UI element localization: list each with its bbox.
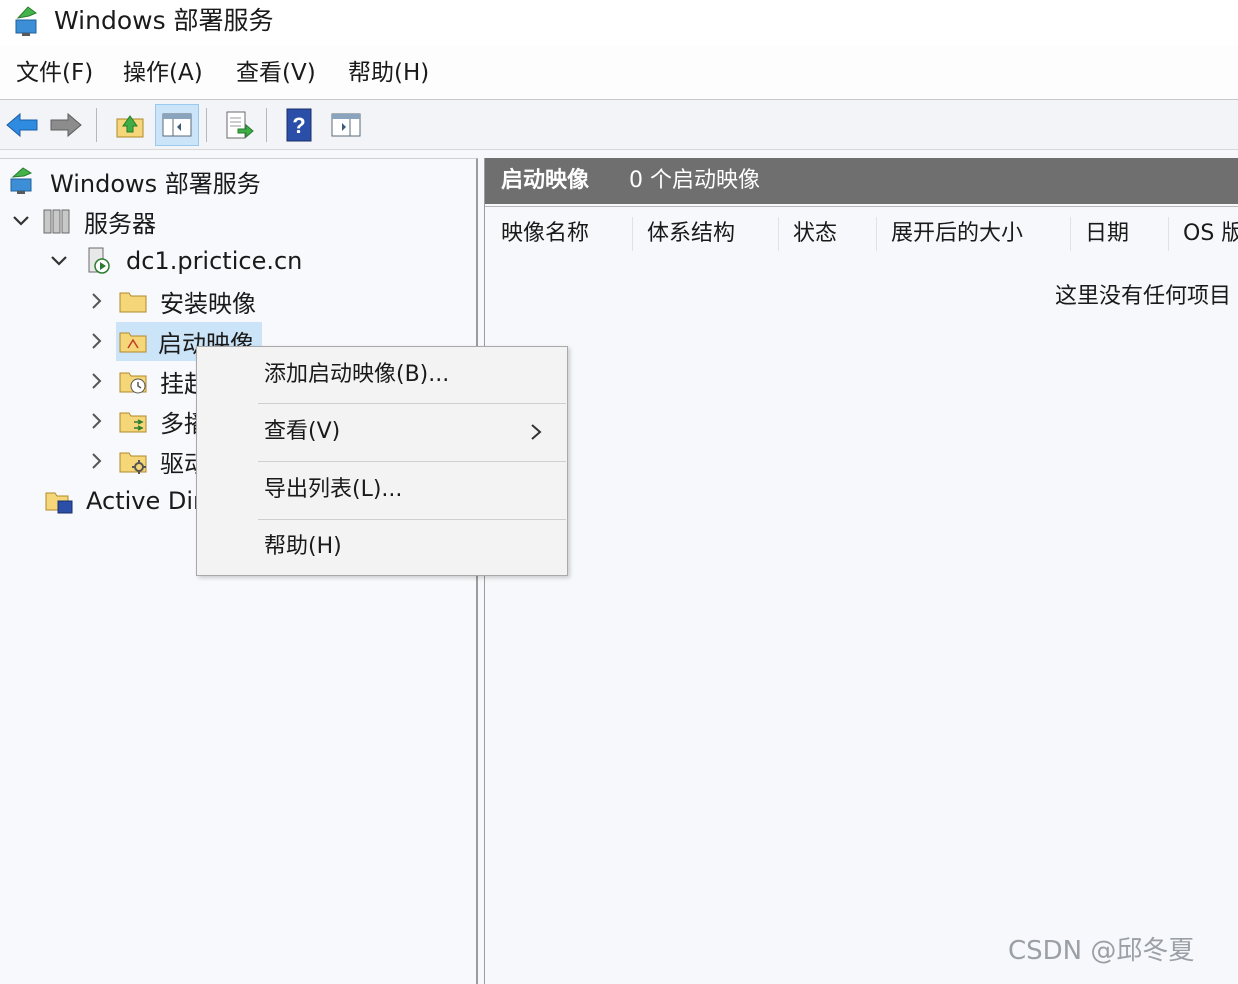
- boot-folder-icon: [119, 332, 147, 353]
- menu-item-label: 查看(V): [264, 419, 341, 444]
- drivers-folder-icon: [119, 452, 147, 474]
- toolbar: ?: [0, 100, 1238, 150]
- column-header-os-version[interactable]: OS 版: [1169, 217, 1238, 251]
- context-menu: 添加启动映像(B)... 查看(V) 导出列表(L)... 帮助(H): [196, 346, 568, 576]
- results-header: 启动映像 0 个启动映像: [485, 158, 1238, 204]
- submenu-arrow-icon: [531, 424, 542, 440]
- tree-item-label: dc1.prictice.cn: [126, 247, 303, 275]
- chevron-right-icon[interactable]: [84, 288, 110, 314]
- tree-item-drivers[interactable]: 驱动: [84, 442, 208, 480]
- toolbar-separator: [96, 108, 97, 142]
- tree-item-label: Active Dir: [86, 487, 203, 515]
- tree-item-server[interactable]: dc1.prictice.cn: [46, 242, 302, 280]
- help-icon: ?: [286, 108, 312, 142]
- export-list-button[interactable]: [216, 104, 260, 146]
- menu-item-export-list[interactable]: 导出列表(L)...: [197, 462, 567, 518]
- tree-item-root[interactable]: Windows 部署服务: [8, 162, 261, 200]
- column-header-architecture[interactable]: 体系结构: [633, 217, 779, 251]
- menu-item-add-boot-image[interactable]: 添加启动映像(B)...: [197, 347, 567, 403]
- show-hide-action-pane-icon: [331, 113, 361, 137]
- column-header-date[interactable]: 日期: [1071, 217, 1169, 251]
- results-pane: 启动映像 0 个启动映像 映像名称 体系结构 状态 展开后的大小 日期 OS 版…: [484, 158, 1238, 984]
- menu-action[interactable]: 操作(A): [123, 58, 203, 88]
- folder-icon: [119, 292, 147, 313]
- tree-item-pending[interactable]: 挂起: [84, 362, 208, 400]
- toolbar-separator: [266, 108, 267, 142]
- tree-item-servers[interactable]: 服务器: [8, 202, 156, 240]
- multicast-folder-icon: [119, 412, 147, 433]
- show-hide-action-pane-button[interactable]: [324, 104, 368, 146]
- tree-item-active-directory[interactable]: Active Dir: [44, 482, 203, 520]
- column-header-image-name[interactable]: 映像名称: [487, 217, 633, 251]
- menu-view[interactable]: 查看(V): [236, 58, 316, 88]
- deployment-services-icon: [10, 167, 33, 194]
- chevron-right-icon[interactable]: [84, 328, 110, 354]
- back-button[interactable]: [0, 104, 44, 146]
- window-title: Windows 部署服务: [54, 6, 274, 35]
- menu-file[interactable]: 文件(F): [16, 58, 93, 88]
- chevron-right-icon[interactable]: [84, 408, 110, 434]
- empty-list-message: 这里没有任何项目: [1055, 284, 1232, 309]
- tree-item-install-images[interactable]: 安装映像: [84, 282, 256, 320]
- servers-icon: [43, 209, 70, 234]
- menu-item-help[interactable]: 帮助(H): [197, 519, 567, 575]
- tree-item-label: 安装映像: [160, 289, 256, 318]
- server-icon: [88, 247, 110, 274]
- show-hide-tree-icon: [162, 113, 192, 137]
- menu-bar: 文件(F) 操作(A) 查看(V) 帮助(H): [0, 46, 1238, 100]
- svg-text:?: ?: [292, 113, 305, 138]
- active-directory-icon: [45, 492, 73, 514]
- deployment-services-icon: [15, 6, 37, 36]
- up-one-level-button[interactable]: [108, 104, 152, 146]
- toolbar-separator: [206, 108, 207, 142]
- column-header-status[interactable]: 状态: [779, 217, 877, 251]
- show-hide-console-tree-button[interactable]: [155, 104, 199, 146]
- help-button[interactable]: ?: [277, 104, 321, 146]
- chevron-down-icon[interactable]: [8, 208, 34, 234]
- chevron-right-icon[interactable]: [84, 368, 110, 394]
- title-bar: Windows 部署服务: [0, 0, 1238, 46]
- column-header-expanded-size[interactable]: 展开后的大小: [877, 217, 1071, 251]
- watermark: CSDN @邱冬夏: [1008, 936, 1195, 966]
- tree-item-label: 服务器: [84, 209, 156, 238]
- pending-folder-icon: [119, 372, 147, 394]
- chevron-down-icon[interactable]: [46, 248, 72, 274]
- export-list-icon: [226, 111, 254, 139]
- back-icon: [6, 112, 38, 138]
- forward-icon: [50, 112, 82, 138]
- up-folder-icon: [116, 115, 144, 138]
- results-title: 启动映像: [501, 168, 590, 193]
- tree-item-label: Windows 部署服务: [50, 169, 261, 198]
- menu-item-view[interactable]: 查看(V): [197, 404, 567, 460]
- chevron-right-icon[interactable]: [84, 448, 110, 474]
- tree-item-multicast[interactable]: 多播: [84, 402, 208, 440]
- forward-button[interactable]: [44, 104, 88, 146]
- results-count: 0 个启动映像: [629, 168, 760, 193]
- column-header-row: 映像名称 体系结构 状态 展开后的大小 日期 OS 版: [485, 206, 1238, 258]
- menu-help[interactable]: 帮助(H): [348, 58, 429, 88]
